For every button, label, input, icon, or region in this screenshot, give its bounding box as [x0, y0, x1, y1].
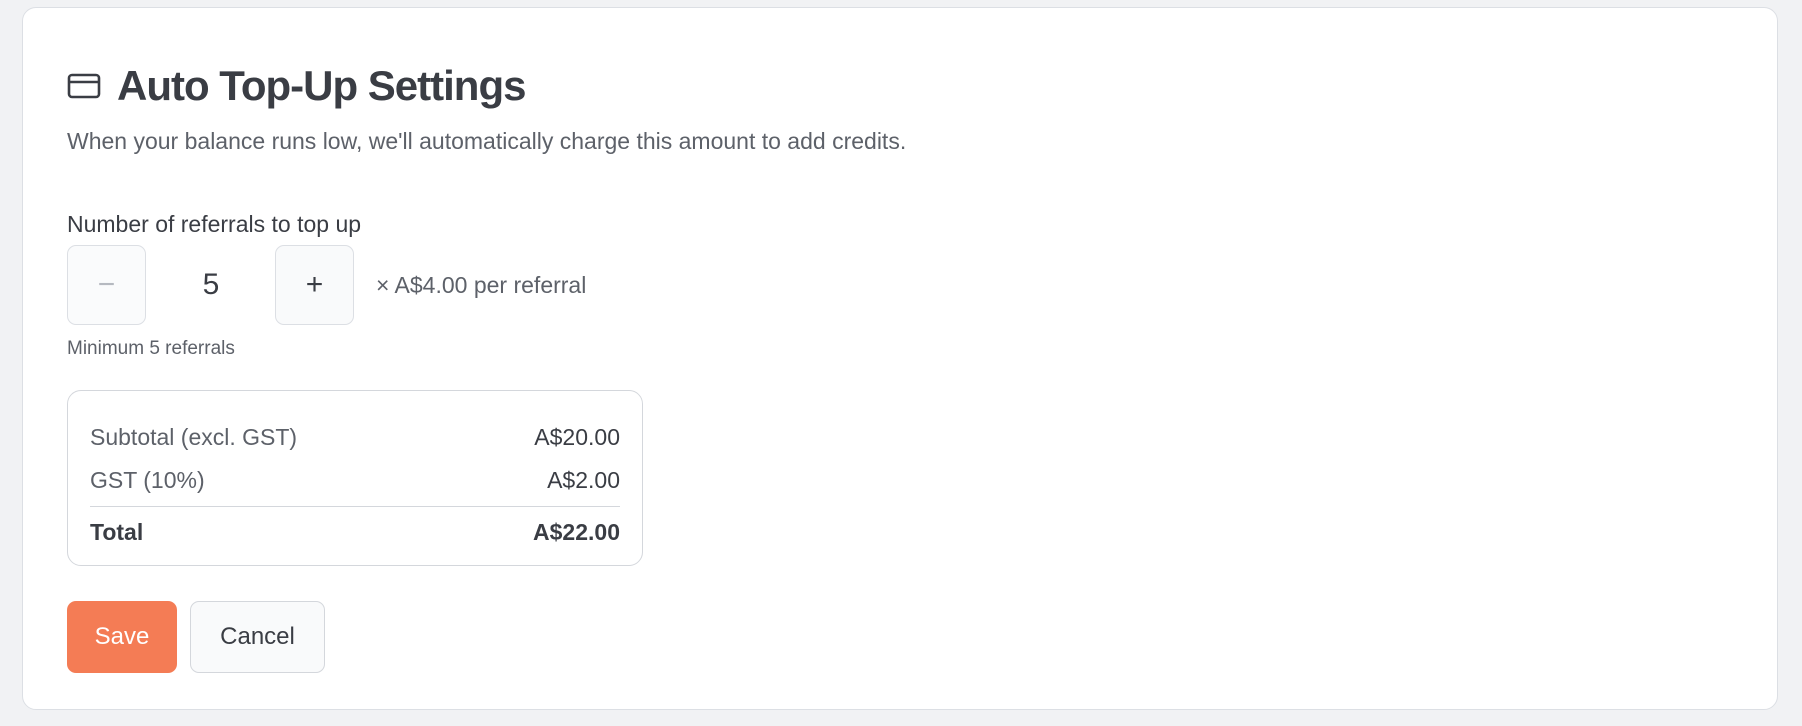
price-summary: Subtotal (excl. GST) A$20.00 GST (10%) A…: [67, 390, 643, 566]
subtotal-value: A$20.00: [534, 424, 620, 450]
unit-price-text: × A$4.00 per referral: [376, 272, 587, 298]
total-value: A$22.00: [533, 519, 620, 545]
total-row: Total A$22.00: [90, 519, 620, 546]
gst-value: A$2.00: [547, 467, 620, 493]
title-row: Auto Top-Up Settings: [67, 58, 526, 114]
minimum-hint: Minimum 5 referrals: [67, 338, 235, 359]
total-label: Total: [90, 519, 144, 545]
page-subtitle: When your balance runs low, we'll automa…: [67, 128, 907, 154]
save-button[interactable]: Save: [67, 601, 177, 673]
plus-icon: +: [305, 268, 324, 301]
subtotal-label: Subtotal (excl. GST): [90, 424, 298, 450]
increment-button[interactable]: +: [275, 245, 354, 325]
referrals-field-label: Number of referrals to top up: [67, 211, 362, 237]
credit-card-icon: [67, 72, 101, 100]
decrement-button[interactable]: −: [67, 245, 146, 325]
minus-icon: −: [97, 268, 116, 301]
page-title: Auto Top-Up Settings: [117, 62, 526, 109]
summary-divider: [90, 506, 620, 507]
referrals-quantity-value[interactable]: 5: [147, 245, 275, 325]
subtotal-row: Subtotal (excl. GST) A$20.00: [90, 424, 620, 451]
gst-row: GST (10%) A$2.00: [90, 467, 620, 494]
cancel-button[interactable]: Cancel: [190, 601, 325, 673]
gst-label: GST (10%): [90, 467, 205, 493]
auto-topup-card: Auto Top-Up Settings When your balance r…: [22, 7, 1778, 710]
